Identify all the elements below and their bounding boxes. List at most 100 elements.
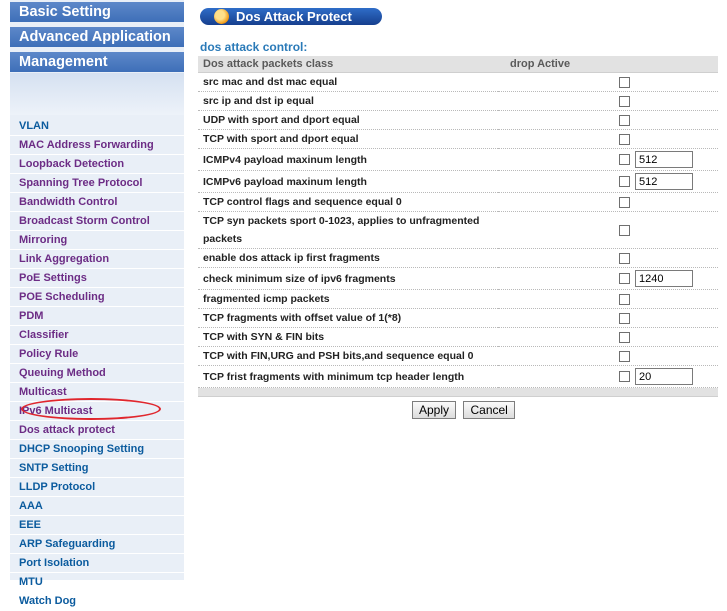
drop-active-cell: 512 — [498, 148, 718, 171]
sidebar-item[interactable]: AAA — [10, 497, 184, 516]
attack-class-label: TCP with FIN,URG and PSH bits,and sequen… — [198, 346, 498, 366]
drop-active-checkbox[interactable] — [619, 252, 630, 264]
sidebar-item[interactable]: POE Scheduling — [10, 288, 184, 307]
sidebar-item[interactable]: VLAN — [10, 117, 184, 136]
attack-class-label: TCP with sport and dport equal — [198, 129, 498, 149]
sidebar-item[interactable]: Policy Rule — [10, 345, 184, 364]
sidebar-item[interactable]: IPv6 Multicast — [10, 402, 184, 421]
dos-attack-table: Dos attack packets class drop Active src… — [198, 56, 718, 388]
attack-class-label: src ip and dst ip equal — [198, 91, 498, 111]
sidebar-item[interactable]: MTU — [10, 573, 184, 592]
sidebar-item[interactable]: ARP Safeguarding — [10, 535, 184, 554]
table-row: ICMPv6 payload maxinum length 512 — [198, 170, 718, 193]
sidebar-nav-list: VLAN MAC Address Forwarding Loopback Detec… — [10, 117, 184, 611]
drop-active-cell: 512 — [498, 170, 718, 193]
drop-active-checkbox[interactable] — [619, 273, 630, 284]
table-row: TCP frist fragments with minimum tcp hea… — [198, 365, 718, 388]
table-row: UDP with sport and dport equal — [198, 110, 718, 130]
cancel-button[interactable]: Cancel — [463, 401, 515, 419]
drop-active-checkbox[interactable] — [619, 224, 630, 236]
drop-active-cell: 1240 — [498, 267, 718, 290]
sidebar-band — [10, 73, 184, 115]
sidebar-item[interactable]: Link Aggregation — [10, 250, 184, 269]
attack-class-label: TCP fragments with offset value of 1(*8) — [198, 308, 498, 328]
drop-active-checkbox[interactable] — [619, 176, 630, 187]
attack-class-label: TCP with SYN & FIN bits — [198, 327, 498, 347]
table-row: src ip and dst ip equal — [198, 91, 718, 111]
drop-active-cell — [498, 129, 718, 149]
attack-class-label: src mac and dst mac equal — [198, 72, 498, 92]
drop-active-checkbox[interactable] — [619, 293, 630, 305]
sidebar-item[interactable]: PDM — [10, 307, 184, 326]
orange-bullet-icon — [214, 9, 229, 24]
table-row: TCP syn packets sport 0-1023, applies to… — [198, 211, 718, 249]
table-row: TCP fragments with offset value of 1(*8) — [198, 308, 718, 328]
drop-active-checkbox[interactable] — [619, 196, 630, 208]
sidebar-item[interactable]: Watch Dog — [10, 592, 184, 611]
sidebar-item[interactable]: Dos attack protect — [10, 421, 184, 440]
drop-active-cell — [498, 211, 718, 249]
drop-active-checkbox[interactable] — [619, 95, 630, 107]
page-title-bar: Dos Attack Protect — [200, 8, 382, 25]
attack-class-label: TCP frist fragments with minimum tcp hea… — [198, 365, 498, 388]
menu-basic-setting[interactable]: Basic Setting — [10, 2, 184, 22]
page-title: Dos Attack Protect — [236, 9, 352, 24]
drop-active-checkbox[interactable] — [619, 133, 630, 145]
table-header-row: Dos attack packets class drop Active — [198, 56, 718, 73]
drop-active-cell — [498, 289, 718, 309]
drop-active-cell — [498, 91, 718, 111]
drop-active-cell — [498, 346, 718, 366]
sidebar-item[interactable]: SNTP Setting — [10, 459, 184, 478]
column-header-drop-active: drop Active — [498, 56, 718, 73]
table-row: enable dos attack ip first fragments — [198, 248, 718, 268]
sidebar-item[interactable]: DHCP Snooping Setting — [10, 440, 184, 459]
attack-class-label: UDP with sport and dport equal — [198, 110, 498, 130]
drop-active-cell: 20 — [498, 365, 718, 388]
table-row: TCP with SYN & FIN bits — [198, 327, 718, 347]
sidebar-item[interactable]: Mirroring — [10, 231, 184, 250]
drop-active-cell — [498, 308, 718, 328]
sidebar-item[interactable]: EEE — [10, 516, 184, 535]
sidebar-item[interactable]: Broadcast Storm Control — [10, 212, 184, 231]
table-row: TCP with sport and dport equal — [198, 129, 718, 149]
sidebar-item[interactable]: Multicast — [10, 383, 184, 402]
drop-active-checkbox[interactable] — [619, 331, 630, 343]
attack-class-label: ICMPv4 payload maxinum length — [198, 148, 498, 171]
threshold-input[interactable]: 20 — [635, 368, 693, 385]
apply-button[interactable]: Apply — [412, 401, 457, 419]
sidebar-item[interactable]: Classifier — [10, 326, 184, 345]
attack-class-label: TCP syn packets sport 0-1023, applies to… — [198, 211, 498, 249]
form-buttons: Apply Cancel — [412, 401, 515, 419]
main-content: Dos Attack Protect dos attack control: D… — [198, 0, 718, 580]
sidebar-item[interactable]: Queuing Method — [10, 364, 184, 383]
drop-active-cell — [498, 248, 718, 268]
menu-management[interactable]: Management — [10, 52, 184, 72]
threshold-input[interactable]: 512 — [635, 173, 693, 190]
column-header-class: Dos attack packets class — [198, 56, 498, 73]
sidebar: Basic Setting Advanced Application Manag… — [10, 0, 184, 611]
sidebar-item[interactable]: Loopback Detection — [10, 155, 184, 174]
drop-active-cell — [498, 192, 718, 212]
table-row: ICMPv4 payload maxinum length 512 — [198, 148, 718, 171]
drop-active-checkbox[interactable] — [619, 312, 630, 324]
drop-active-checkbox[interactable] — [619, 350, 630, 362]
threshold-input[interactable]: 512 — [635, 151, 693, 168]
sidebar-item[interactable]: LLDP Protocol — [10, 478, 184, 497]
sidebar-item[interactable]: Spanning Tree Protocol — [10, 174, 184, 193]
table-row: src mac and dst mac equal — [198, 72, 718, 92]
drop-active-checkbox[interactable] — [619, 154, 630, 165]
table-row: check minimum size of ipv6 fragments 1240 — [198, 267, 718, 290]
threshold-input[interactable]: 1240 — [635, 270, 693, 287]
sidebar-item[interactable]: Bandwidth Control — [10, 193, 184, 212]
attack-class-label: TCP control flags and sequence equal 0 — [198, 192, 498, 212]
sidebar-item[interactable]: Port Isolation — [10, 554, 184, 573]
drop-active-checkbox[interactable] — [619, 371, 630, 382]
sidebar-item[interactable]: PoE Settings — [10, 269, 184, 288]
drop-active-checkbox[interactable] — [619, 76, 630, 88]
table-row: TCP control flags and sequence equal 0 — [198, 192, 718, 212]
sidebar-item[interactable]: MAC Address Forwarding — [10, 136, 184, 155]
menu-advanced-application[interactable]: Advanced Application — [10, 27, 184, 47]
table-row: fragmented icmp packets — [198, 289, 718, 309]
drop-active-checkbox[interactable] — [619, 114, 630, 126]
attack-class-label: ICMPv6 payload maxinum length — [198, 170, 498, 193]
